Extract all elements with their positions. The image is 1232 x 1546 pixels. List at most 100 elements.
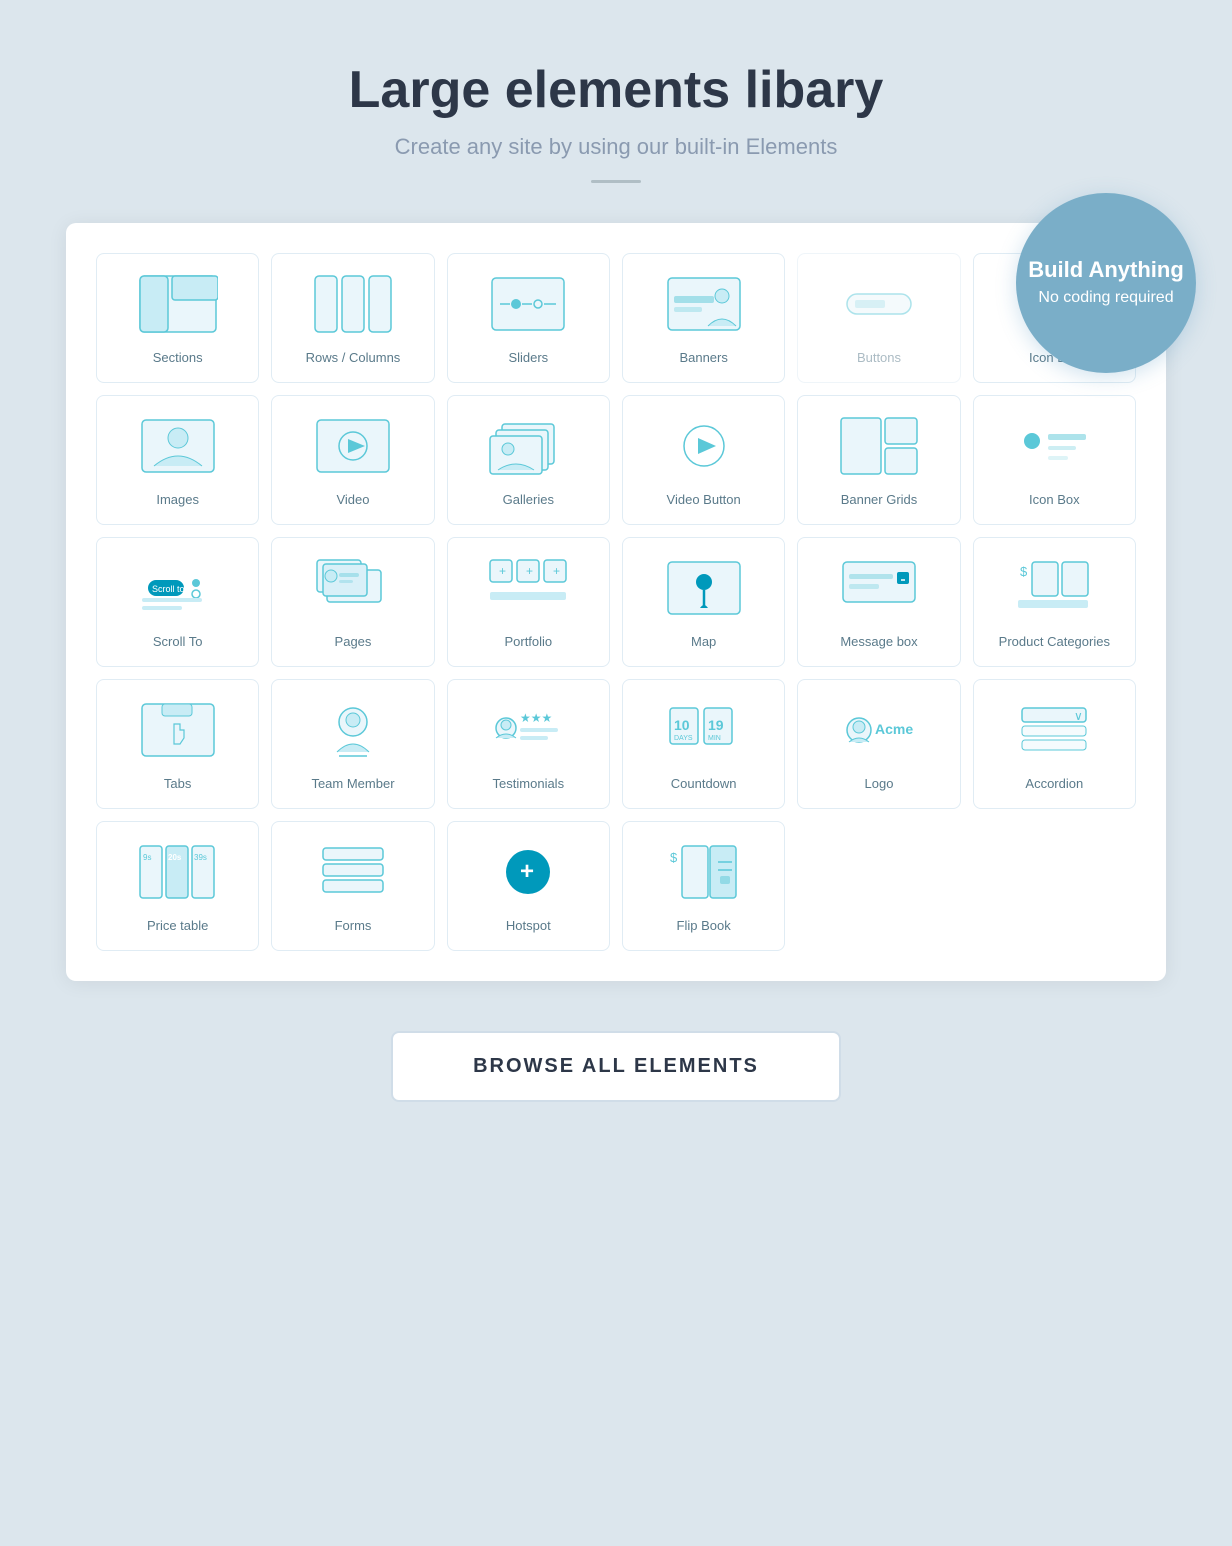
video-button-label: Video Button — [667, 492, 741, 509]
accordion-label: Accordion — [1025, 776, 1083, 793]
build-anything-badge: Build Anything No coding required — [1016, 193, 1196, 373]
svg-text:∨: ∨ — [1074, 709, 1083, 723]
element-card-buttons[interactable]: Buttons — [797, 253, 960, 383]
element-card-forms[interactable]: Forms — [271, 821, 434, 951]
badge-subtitle: No coding required — [1038, 288, 1173, 309]
element-card-hotspot[interactable]: + Hotspot — [447, 821, 610, 951]
buttons-label: Buttons — [857, 350, 901, 367]
element-card-logo[interactable]: Acme Logo — [797, 679, 960, 809]
element-card-price-table[interactable]: 9s 20s 39s Price table — [96, 821, 259, 951]
team-member-icon — [280, 694, 425, 766]
icon-box2-label: Icon Box — [1029, 492, 1080, 509]
images-icon — [105, 410, 250, 482]
svg-text:19: 19 — [708, 717, 724, 733]
logo-icon: Acme — [806, 694, 951, 766]
video-button-icon — [631, 410, 776, 482]
element-card-rows-columns[interactable]: Rows / Columns — [271, 253, 434, 383]
buttons-icon — [806, 268, 951, 340]
browse-all-elements-button[interactable]: BROWSE ALL ELEMENTS — [391, 1031, 841, 1102]
tabs-icon — [105, 694, 250, 766]
hotspot-label: Hotspot — [506, 918, 551, 935]
product-categories-label: Product Categories — [999, 634, 1110, 651]
element-card-accordion[interactable]: ∨ Accordion — [973, 679, 1136, 809]
element-card-pages[interactable]: Pages — [271, 537, 434, 667]
element-card-banner-grids[interactable]: Banner Grids — [797, 395, 960, 525]
video-icon — [280, 410, 425, 482]
element-card-flip-book[interactable]: $ Flip Book — [622, 821, 785, 951]
accordion-icon: ∨ — [982, 694, 1127, 766]
rows-columns-label: Rows / Columns — [306, 350, 401, 367]
portfolio-label: Portfolio — [504, 634, 552, 651]
element-card-scroll-to[interactable]: Scroll to Scroll To — [96, 537, 259, 667]
banner-grids-label: Banner Grids — [841, 492, 918, 509]
element-card-video-button[interactable]: Video Button — [622, 395, 785, 525]
testimonials-label: Testimonials — [493, 776, 565, 793]
svg-text:20s: 20s — [168, 853, 182, 862]
banners-icon — [631, 268, 776, 340]
tabs-label: Tabs — [164, 776, 191, 793]
countdown-icon: 10 DAYS 19 MIN — [631, 694, 776, 766]
element-card-banners[interactable]: Banners — [622, 253, 785, 383]
element-card-countdown[interactable]: 10 DAYS 19 MIN Countdown — [622, 679, 785, 809]
message-box-icon — [806, 552, 951, 624]
sections-label: Sections — [153, 350, 203, 367]
elements-grid: Sections Rows / Columns — [96, 253, 1136, 951]
galleries-label: Galleries — [503, 492, 554, 509]
banner-grids-icon — [806, 410, 951, 482]
flip-book-label: Flip Book — [677, 918, 731, 935]
element-card-sections[interactable]: Sections — [96, 253, 259, 383]
svg-text:Acme: Acme — [875, 721, 913, 737]
element-card-product-categories[interactable]: $ Product Categories — [973, 537, 1136, 667]
svg-text:★★★: ★★★ — [520, 711, 552, 725]
pages-icon — [280, 552, 425, 624]
divider — [591, 180, 641, 183]
svg-text:Scroll to: Scroll to — [152, 584, 185, 594]
forms-icon — [280, 836, 425, 908]
logo-label: Logo — [865, 776, 894, 793]
sliders-icon — [456, 268, 601, 340]
element-card-galleries[interactable]: Galleries — [447, 395, 610, 525]
element-card-icon-box2[interactable]: Icon Box — [973, 395, 1136, 525]
element-card-tabs[interactable]: Tabs — [96, 679, 259, 809]
element-card-map[interactable]: Map — [622, 537, 785, 667]
svg-text:DAYS: DAYS — [674, 735, 693, 742]
sections-icon — [105, 268, 250, 340]
elements-grid-wrapper: Build Anything No coding required Sectio… — [66, 223, 1166, 981]
galleries-icon — [456, 410, 601, 482]
svg-text:+: + — [499, 564, 506, 578]
badge-title: Build Anything — [1028, 257, 1184, 283]
hotspot-icon: + — [456, 836, 601, 908]
price-table-icon: 9s 20s 39s — [105, 836, 250, 908]
element-card-testimonials[interactable]: ★★★ Testimonials — [447, 679, 610, 809]
element-card-images[interactable]: Images — [96, 395, 259, 525]
svg-text:+: + — [526, 564, 533, 578]
map-label: Map — [691, 634, 716, 651]
svg-text:$: $ — [1020, 564, 1028, 579]
rows-columns-icon — [280, 268, 425, 340]
page-title: Large elements libary — [349, 60, 884, 120]
team-member-label: Team Member — [311, 776, 394, 793]
product-categories-icon: $ — [982, 552, 1127, 624]
message-box-label: Message box — [840, 634, 917, 651]
svg-text:MIN: MIN — [708, 735, 721, 742]
element-card-message-box[interactable]: Message box — [797, 537, 960, 667]
svg-text:$: $ — [670, 850, 678, 865]
element-card-video[interactable]: Video — [271, 395, 434, 525]
countdown-label: Countdown — [671, 776, 737, 793]
svg-text:+: + — [520, 858, 534, 885]
element-card-portfolio[interactable]: + + + Portfolio — [447, 537, 610, 667]
element-card-team-member[interactable]: Team Member — [271, 679, 434, 809]
svg-text:+: + — [553, 564, 560, 578]
portfolio-icon: + + + — [456, 552, 601, 624]
svg-text:10: 10 — [674, 717, 690, 733]
icon-box2-icon — [982, 410, 1127, 482]
svg-text:9s: 9s — [143, 853, 151, 862]
forms-label: Forms — [335, 918, 372, 935]
page-subtitle: Create any site by using our built-in El… — [395, 134, 838, 160]
price-table-label: Price table — [147, 918, 208, 935]
banners-label: Banners — [679, 350, 727, 367]
element-card-sliders[interactable]: Sliders — [447, 253, 610, 383]
flip-book-icon: $ — [631, 836, 776, 908]
svg-text:39s: 39s — [194, 853, 207, 862]
scroll-to-icon: Scroll to — [105, 552, 250, 624]
